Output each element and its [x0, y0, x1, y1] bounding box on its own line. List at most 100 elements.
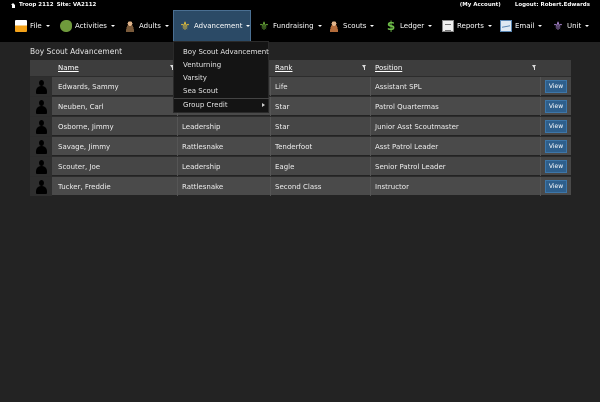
- main-navbar: File Activities Adults ⚜ Advancement ⚜ F…: [0, 10, 600, 42]
- scout-name-cell: Savage, Jimmy: [58, 142, 111, 151]
- nav-reports-label: Reports: [457, 22, 484, 30]
- nav-adults[interactable]: Adults: [124, 10, 169, 42]
- column-divider: [370, 117, 371, 136]
- view-button[interactable]: View: [545, 100, 567, 113]
- column-divider: [270, 77, 271, 96]
- position-cell: Asst Patrol Leader: [375, 142, 439, 151]
- patrol-cell: Rattlesnake: [182, 142, 224, 151]
- chevron-down-icon: [428, 25, 433, 27]
- fleur-de-lis-icon: ⚜: [179, 19, 191, 33]
- nav-adults-label: Adults: [139, 22, 161, 30]
- top-status-bar: Troop 2112 Site: VA2112 (My Account) Log…: [0, 0, 600, 10]
- view-button[interactable]: View: [545, 140, 567, 153]
- person-silhouette-icon: [36, 160, 47, 174]
- position-cell: Patrol Quartermas: [375, 102, 439, 111]
- avatar: [30, 97, 52, 116]
- chevron-down-icon: [45, 25, 50, 27]
- menu-item-varsity[interactable]: Varsity: [183, 74, 207, 82]
- nav-fundraising-label: Fundraising: [273, 22, 314, 30]
- position-cell: Senior Patrol Leader: [375, 162, 446, 171]
- position-cell: Assistant SPL: [375, 82, 422, 91]
- column-divider: [370, 97, 371, 116]
- column-header-position[interactable]: Position: [375, 60, 402, 76]
- nav-ledger[interactable]: $ Ledger: [385, 10, 433, 42]
- my-account-link[interactable]: (My Account): [460, 2, 501, 8]
- menu-item-boy-scout-advancement[interactable]: Boy Scout Advancement: [183, 48, 269, 56]
- nav-file-label: File: [30, 22, 42, 30]
- filter-icon[interactable]: [362, 65, 366, 70]
- column-divider: [540, 97, 541, 116]
- patrol-cell: Rattlesnake: [182, 182, 224, 191]
- patrol-cell: Leadership: [182, 162, 221, 171]
- dollar-icon: $: [386, 19, 396, 33]
- chevron-down-icon: [164, 25, 169, 27]
- person-silhouette-icon: [36, 100, 47, 114]
- home-icon[interactable]: [11, 2, 16, 8]
- adults-icon: [124, 20, 136, 32]
- chevron-down-icon: [246, 25, 251, 27]
- table-row: Osborne, Jimmy Leadership Star Junior As…: [30, 116, 571, 136]
- nav-unit[interactable]: ⚜ Unit: [552, 10, 590, 42]
- avatar: [30, 137, 52, 156]
- view-button[interactable]: View: [545, 120, 567, 133]
- avatar: [30, 77, 52, 96]
- menu-item-sea-scout[interactable]: Sea Scout: [183, 87, 218, 95]
- column-divider: [540, 177, 541, 196]
- nav-advancement[interactable]: ⚜ Advancement: [173, 10, 251, 42]
- column-divider: [540, 77, 541, 96]
- column-header-rank[interactable]: Rank: [275, 60, 293, 76]
- view-button[interactable]: View: [545, 180, 567, 193]
- scout-name-cell: Scouter, Joe: [58, 162, 101, 171]
- person-silhouette-icon: [36, 120, 47, 134]
- scouts-icon: [328, 20, 340, 32]
- column-divider: [177, 177, 178, 196]
- nav-unit-label: Unit: [567, 22, 582, 30]
- chevron-down-icon: [110, 25, 115, 27]
- advancement-dropdown-menu: Boy Scout Advancement Venturning Varsity…: [173, 41, 270, 113]
- scout-name-cell: Neuben, Carl: [58, 102, 104, 111]
- column-divider: [370, 77, 371, 96]
- column-divider: [177, 137, 178, 156]
- rank-cell: Second Class: [275, 182, 322, 191]
- column-divider: [270, 137, 271, 156]
- page-title: Boy Scout Advancement: [30, 47, 123, 56]
- nav-activities[interactable]: Activities: [60, 10, 115, 42]
- chevron-down-icon: [370, 25, 375, 27]
- table-row: Edwards, Sammy Life Assistant SPL View: [30, 76, 571, 96]
- menu-item-group-credit[interactable]: Group Credit: [183, 101, 228, 109]
- column-divider: [270, 157, 271, 176]
- email-icon: [500, 20, 512, 32]
- nav-file[interactable]: File: [15, 10, 50, 42]
- chevron-down-icon: [585, 25, 590, 27]
- scout-name-cell: Osborne, Jimmy: [58, 122, 114, 131]
- rank-cell: Tenderfoot: [275, 142, 313, 151]
- column-divider: [370, 157, 371, 176]
- table-row: Neuben, Carl Star Patrol Quartermas View: [30, 96, 571, 116]
- person-silhouette-icon: [36, 140, 47, 154]
- logout-link[interactable]: Logout: Robert.Edwards: [515, 2, 590, 8]
- nav-fundraising[interactable]: ⚜ Fundraising: [258, 10, 322, 42]
- position-cell: Junior Asst Scoutmaster: [375, 122, 459, 131]
- chevron-right-icon: [262, 103, 265, 107]
- avatar: [30, 177, 52, 196]
- table-row: Tucker, Freddie Rattlesnake Second Class…: [30, 176, 571, 196]
- column-divider: [540, 157, 541, 176]
- nav-email[interactable]: Email: [500, 10, 543, 42]
- filter-icon[interactable]: [532, 65, 536, 70]
- nav-scouts[interactable]: Scouts: [328, 10, 375, 42]
- column-divider: [370, 177, 371, 196]
- view-button[interactable]: View: [545, 80, 567, 93]
- patrol-cell: Leadership: [182, 122, 221, 131]
- rank-cell: Eagle: [275, 162, 295, 171]
- chevron-down-icon: [487, 25, 492, 27]
- menu-divider: [174, 98, 270, 99]
- column-divider: [177, 117, 178, 136]
- table-row: Savage, Jimmy Rattlesnake Tenderfoot Ass…: [30, 136, 571, 156]
- nav-reports[interactable]: Reports: [442, 10, 492, 42]
- site-label: Site: VA2112: [56, 2, 97, 8]
- menu-item-venturing[interactable]: Venturning: [183, 61, 221, 69]
- nav-email-label: Email: [515, 22, 535, 30]
- table-row: Scouter, Joe Leadership Eagle Senior Pat…: [30, 156, 571, 176]
- view-button[interactable]: View: [545, 160, 567, 173]
- column-header-name[interactable]: Name: [58, 60, 79, 76]
